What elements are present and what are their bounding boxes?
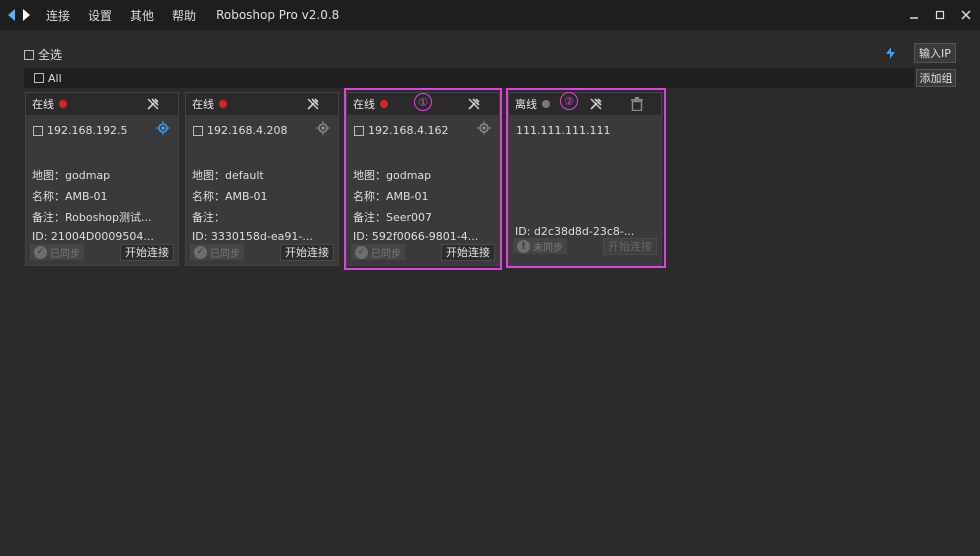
marker-1: ①	[414, 93, 432, 111]
robot-id: ID: 3330158d-ea91-...	[192, 230, 313, 243]
card-footer: ✓ 已同步 开始连接	[190, 243, 334, 261]
highlight-box-2	[506, 88, 666, 268]
menu-connect[interactable]: 连接	[46, 7, 70, 24]
group-all-checkbox[interactable]	[34, 73, 44, 83]
robot-id: ID: 21004D0009504...	[32, 230, 154, 243]
close-icon[interactable]	[960, 9, 972, 21]
robot-name: 名称：AMB-01	[192, 190, 268, 203]
robot-checkbox[interactable]	[193, 125, 203, 136]
status-label: 在线	[192, 98, 214, 111]
minimize-icon[interactable]	[908, 9, 920, 21]
sync-status: ✓ 已同步	[190, 244, 244, 260]
robot-card[interactable]: 在线 192.168.192.5 地图：godmap 名称：AMB-01 备注：…	[25, 92, 179, 266]
group-all-label: All	[48, 71, 62, 85]
status-dot-icon	[59, 100, 67, 108]
robot-checkbox[interactable]	[33, 125, 43, 136]
select-all-checkbox[interactable]	[24, 49, 34, 60]
check-icon: ✓	[34, 245, 47, 259]
start-connect-button[interactable]: 开始连接	[280, 243, 334, 261]
group-bar: All	[24, 68, 914, 88]
menu-settings[interactable]: 设置	[88, 7, 112, 24]
sync-label: 已同步	[210, 248, 240, 260]
wrench-icon[interactable]	[306, 97, 320, 111]
robot-name: 名称：AMB-01	[32, 190, 108, 203]
maximize-icon[interactable]	[934, 9, 946, 21]
robot-card[interactable]: 在线 192.168.4.208 地图：default 名称：AMB-01 备注…	[185, 92, 339, 266]
card-header: 在线	[26, 93, 178, 115]
title-bar: 连接 设置 其他 帮助 Roboshop Pro v2.0.8	[0, 0, 980, 30]
sync-label: 已同步	[50, 248, 80, 260]
card-footer: ✓ 已同步 开始连接	[30, 243, 174, 261]
menu-other[interactable]: 其他	[130, 7, 154, 24]
check-icon: ✓	[194, 245, 207, 259]
sync-status: ✓ 已同步	[30, 244, 84, 260]
app-title: Roboshop Pro v2.0.8	[216, 8, 340, 22]
start-connect-button[interactable]: 开始连接	[120, 243, 174, 261]
marker-2: ②	[560, 92, 578, 110]
input-ip-button[interactable]: 输入IP	[914, 43, 956, 63]
card-header: 在线	[186, 93, 338, 115]
locate-icon[interactable]	[316, 121, 330, 135]
robot-ip: 192.168.192.5	[47, 124, 128, 137]
menu-bar: 连接 设置 其他 帮助	[46, 7, 214, 24]
highlight-box-1	[344, 88, 502, 270]
status-label: 在线	[32, 98, 54, 111]
robot-note: 备注：	[192, 211, 225, 224]
locate-icon[interactable]	[156, 121, 170, 135]
refresh-icon[interactable]	[882, 44, 900, 62]
robot-map: 地图：godmap	[32, 169, 111, 182]
add-group-button[interactable]: 添加组	[916, 69, 956, 87]
menu-help[interactable]: 帮助	[172, 7, 196, 24]
status-dot-icon	[219, 100, 227, 108]
robot-ip: 192.168.4.208	[207, 124, 288, 137]
window-controls	[908, 0, 972, 30]
robot-map: 地图：default	[192, 169, 264, 182]
app-logo-icon	[8, 0, 36, 30]
robot-note: 备注：Roboshop测试...	[32, 211, 152, 224]
select-all-label: 全选	[38, 48, 63, 62]
wrench-icon[interactable]	[146, 97, 160, 111]
select-all[interactable]: 全选	[24, 46, 62, 63]
